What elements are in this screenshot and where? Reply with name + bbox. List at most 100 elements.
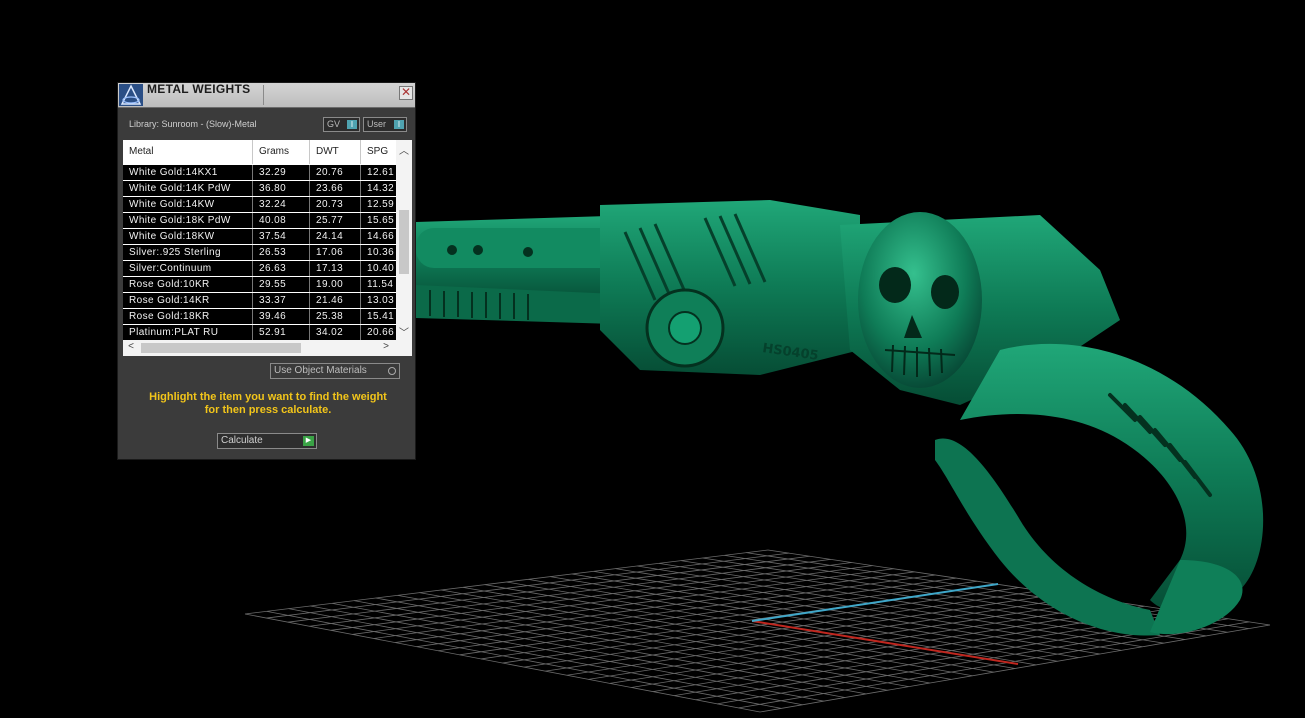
- gv-toggle-button[interactable]: GV I: [323, 117, 360, 132]
- spg-cell: 11.54: [361, 277, 401, 292]
- vertical-scrollbar[interactable]: ︿ ﹀: [396, 140, 412, 340]
- app-logo-icon: [119, 84, 143, 106]
- table-header: Metal Grams DWT SPG: [123, 140, 401, 164]
- metal-table: Metal Grams DWT SPG White Gold:14KX1 32.2…: [123, 140, 412, 356]
- metal-cell: White Gold:18KW: [123, 229, 253, 244]
- metal-cell: Rose Gold:18KR: [123, 309, 253, 324]
- user-toggle-button[interactable]: User I: [363, 117, 407, 132]
- calculate-label: Calculate: [221, 435, 263, 446]
- grams-cell: 52.91: [253, 325, 310, 340]
- table-body: White Gold:14KX1 32.29 20.76 12.61 White Gol…: [123, 165, 401, 341]
- column-header-metal[interactable]: Metal: [123, 140, 253, 164]
- radio-icon: [388, 367, 396, 375]
- scroll-down-icon[interactable]: ﹀: [396, 324, 412, 339]
- metal-cell: Silver:Continuum: [123, 261, 253, 276]
- dwt-cell: 21.46: [310, 293, 361, 308]
- dwt-cell: 20.76: [310, 165, 361, 180]
- dwt-cell: 23.66: [310, 181, 361, 196]
- metal-cell: Platinum:PLAT RU: [123, 325, 253, 340]
- spg-cell: 12.61: [361, 165, 401, 180]
- dwt-cell: 19.00: [310, 277, 361, 292]
- scroll-up-icon[interactable]: ︿: [396, 142, 412, 157]
- table-row[interactable]: Silver:Continuum 26.63 17.13 10.40: [123, 261, 401, 277]
- grams-cell: 36.80: [253, 181, 310, 196]
- grams-cell: 26.53: [253, 245, 310, 260]
- table-row[interactable]: Rose Gold:10KR 29.55 19.00 11.54: [123, 277, 401, 293]
- barrel-hole: [523, 247, 533, 257]
- grams-cell: 32.29: [253, 165, 310, 180]
- column-header-dwt[interactable]: DWT: [310, 140, 361, 164]
- table-row[interactable]: White Gold:18KW 37.54 24.14 14.66: [123, 229, 401, 245]
- dwt-cell: 34.02: [310, 325, 361, 340]
- dwt-cell: 25.38: [310, 309, 361, 324]
- dwt-cell: 20.73: [310, 197, 361, 212]
- toggle-indicator-icon: I: [347, 120, 357, 129]
- horizontal-scroll-thumb[interactable]: [141, 343, 301, 353]
- spg-cell: 13.03: [361, 293, 401, 308]
- grams-cell: 33.37: [253, 293, 310, 308]
- table-row[interactable]: Rose Gold:18KR 39.46 25.38 15.41: [123, 309, 401, 325]
- grams-cell: 37.54: [253, 229, 310, 244]
- table-row[interactable]: White Gold:14KW 32.24 20.73 12.59: [123, 197, 401, 213]
- barrel-hole: [447, 245, 457, 255]
- column-header-grams[interactable]: Grams: [253, 140, 310, 164]
- gun-engine: [600, 200, 860, 375]
- skull: [858, 212, 982, 388]
- panel-titlebar[interactable]: METAL WEIGHTS ✕: [118, 83, 415, 108]
- dwt-cell: 17.06: [310, 245, 361, 260]
- dwt-cell: 25.77: [310, 213, 361, 228]
- library-label: Library: Sunroom - (Slow)-Metal: [129, 119, 257, 129]
- metal-cell: White Gold:14KW: [123, 197, 253, 212]
- table-row[interactable]: White Gold:18K PdW 40.08 25.77 15.65: [123, 213, 401, 229]
- table-row[interactable]: Rose Gold:14KR 33.37 21.46 13.03: [123, 293, 401, 309]
- gear-hub: [668, 311, 702, 345]
- metal-cell: White Gold:14K PdW: [123, 181, 253, 196]
- grams-cell: 32.24: [253, 197, 310, 212]
- close-icon[interactable]: ✕: [399, 86, 413, 100]
- table-row[interactable]: White Gold:14KX1 32.29 20.76 12.61: [123, 165, 401, 181]
- dwt-cell: 17.13: [310, 261, 361, 276]
- metal-cell: Silver:.925 Sterling: [123, 245, 253, 260]
- table-row[interactable]: Silver:.925 Sterling 26.53 17.06 10.36: [123, 245, 401, 261]
- toggle-indicator-icon: I: [394, 120, 404, 129]
- table-row[interactable]: White Gold:14K PdW 36.80 23.66 14.32: [123, 181, 401, 197]
- scroll-right-icon[interactable]: >: [378, 341, 394, 352]
- spg-cell: 20.66: [361, 325, 401, 340]
- gv-toggle-label: GV: [327, 119, 341, 129]
- spg-cell: 12.59: [361, 197, 401, 212]
- dwt-cell: 24.14: [310, 229, 361, 244]
- panel-title: METAL WEIGHTS: [147, 82, 251, 96]
- grams-cell: 29.55: [253, 277, 310, 292]
- calculate-button[interactable]: Calculate ▶: [217, 433, 317, 449]
- instruction-line-2: for then press calculate.: [204, 404, 332, 416]
- spg-cell: 15.41: [361, 309, 401, 324]
- spg-cell: 14.66: [361, 229, 401, 244]
- skull-eye-socket: [931, 275, 959, 309]
- spg-cell: 14.32: [361, 181, 401, 196]
- grams-cell: 39.46: [253, 309, 310, 324]
- scroll-left-icon[interactable]: <: [123, 341, 139, 352]
- metal-cell: Rose Gold:14KR: [123, 293, 253, 308]
- grams-cell: 26.63: [253, 261, 310, 276]
- metal-weights-panel: METAL WEIGHTS ✕ Library: Sunroom - (Slow…: [117, 82, 416, 460]
- vertical-scroll-thumb[interactable]: [399, 210, 409, 274]
- spg-cell: 15.65: [361, 213, 401, 228]
- grams-cell: 40.08: [253, 213, 310, 228]
- metal-cell: White Gold:18K PdW: [123, 213, 253, 228]
- table-row[interactable]: Platinum:PLAT RU 52.91 34.02 20.66: [123, 325, 401, 341]
- barrel-hole: [473, 245, 483, 255]
- skull-eye-socket: [879, 267, 911, 303]
- spg-cell: 10.40: [361, 261, 401, 276]
- instruction-line-1: Highlight the item you want to find the …: [149, 391, 387, 403]
- instruction-text: Highlight the item you want to find the …: [128, 391, 408, 417]
- metal-cell: Rose Gold:10KR: [123, 277, 253, 292]
- play-icon: ▶: [303, 436, 314, 446]
- use-object-materials-label: Use Object Materials: [274, 365, 367, 376]
- use-object-materials-button[interactable]: Use Object Materials: [270, 363, 400, 379]
- user-toggle-label: User: [367, 119, 387, 129]
- titlebar-divider: [263, 85, 264, 105]
- horizontal-scrollbar[interactable]: < >: [123, 340, 412, 356]
- spg-cell: 10.36: [361, 245, 401, 260]
- column-header-spg[interactable]: SPG: [361, 140, 401, 164]
- metal-cell: White Gold:14KX1: [123, 165, 253, 180]
